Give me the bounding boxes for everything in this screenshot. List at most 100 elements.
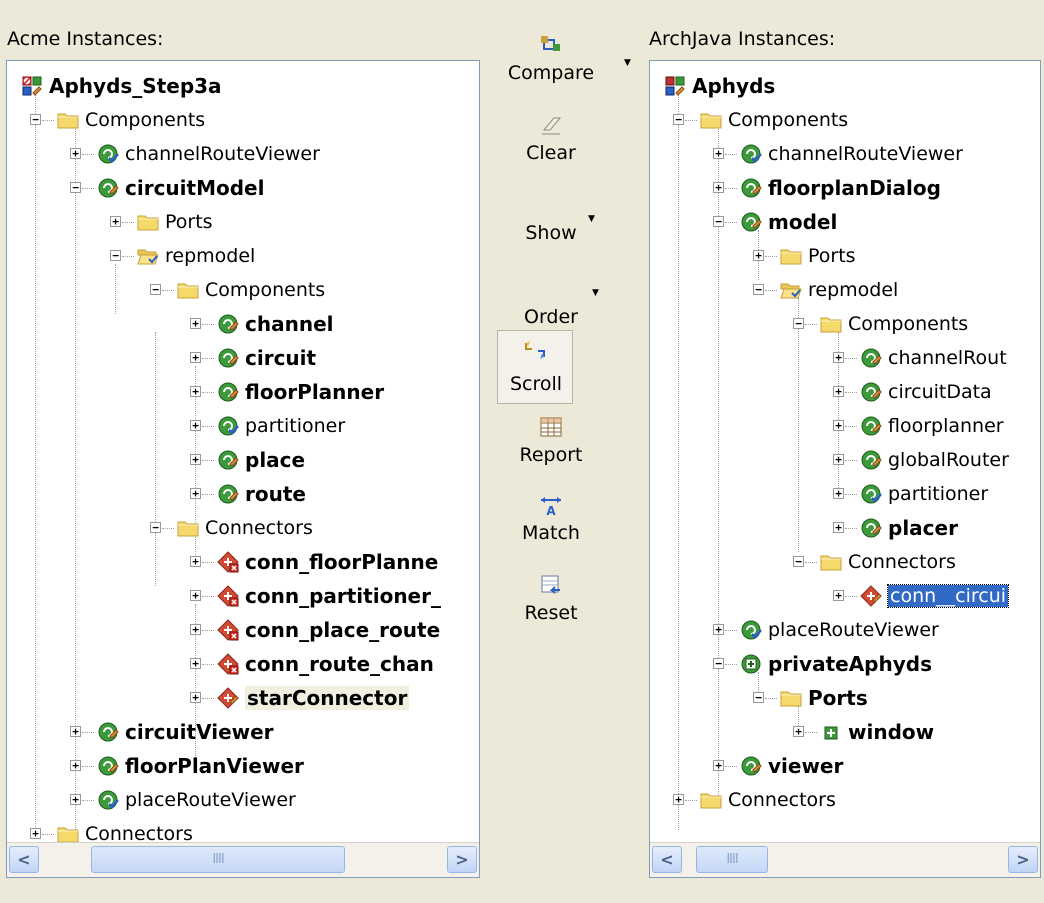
tree-item[interactable]: Components [177, 273, 325, 307]
tree-item[interactable]: globalRouter [860, 443, 1009, 477]
tree-item-selected[interactable]: conn__circui [860, 579, 1010, 613]
clear-button[interactable]: Clear [486, 112, 616, 164]
expand-toggle[interactable]: + [190, 454, 201, 465]
tree-item[interactable]: conn_floorPlanne [217, 545, 438, 579]
order-dropdown-arrow[interactable]: ▼ [592, 288, 599, 298]
tree-item[interactable]: circuitModel [97, 171, 264, 205]
expand-toggle[interactable]: + [70, 794, 81, 805]
tree-item[interactable]: Ports [137, 205, 213, 239]
expand-toggle[interactable]: + [713, 760, 724, 771]
tree-item[interactable]: Ports [780, 681, 868, 715]
collapse-toggle[interactable]: − [70, 182, 81, 193]
tree-item[interactable]: channelRouteViewer [740, 137, 963, 171]
scroll-thumb[interactable]: IIII [696, 846, 768, 873]
tree-item[interactable]: place [217, 443, 305, 477]
scroll-toggle-button[interactable]: Scroll [497, 330, 573, 404]
tree-item[interactable]: placer [860, 511, 958, 545]
tree-item[interactable]: conn_place_route [217, 613, 440, 647]
compare-button[interactable]: Compare [486, 32, 616, 84]
tree-item[interactable]: circuit [217, 341, 316, 375]
expand-toggle[interactable]: + [190, 352, 201, 363]
expand-toggle[interactable]: + [190, 420, 201, 431]
reset-button[interactable]: Reset [486, 572, 616, 624]
scroll-right-button[interactable]: > [447, 846, 477, 873]
tree-item[interactable]: Connectors [177, 511, 313, 545]
horizontal-scrollbar[interactable]: < IIII > [7, 842, 479, 877]
tree-item[interactable]: conn_route_chan [217, 647, 434, 681]
expand-toggle[interactable]: + [833, 522, 844, 533]
collapse-toggle[interactable]: − [150, 284, 161, 295]
tree-item[interactable]: partitioner [860, 477, 988, 511]
tree-item[interactable]: placeRouteViewer [97, 783, 296, 817]
tree-item[interactable]: viewer [740, 749, 843, 783]
expand-toggle[interactable]: + [190, 624, 201, 635]
tree-item[interactable]: channelRout [860, 341, 1007, 375]
tree-item[interactable]: channel [217, 307, 334, 341]
tree-item[interactable]: Components [700, 103, 848, 137]
collapse-toggle[interactable]: − [713, 658, 724, 669]
tree-item[interactable]: circuitViewer [97, 715, 274, 749]
collapse-toggle[interactable]: − [793, 556, 804, 567]
collapse-toggle[interactable]: − [673, 114, 684, 125]
scroll-left-button[interactable]: < [9, 846, 39, 873]
expand-toggle[interactable]: + [190, 658, 201, 669]
expand-toggle[interactable]: + [190, 692, 201, 703]
tree-item[interactable]: privateAphyds [740, 647, 932, 681]
tree-item-highlighted[interactable]: starConnector [217, 681, 410, 715]
tree-item[interactable]: floorPlanner [217, 375, 384, 409]
tree-item[interactable]: channelRouteViewer [97, 137, 320, 171]
match-button[interactable]: A Match [486, 492, 616, 544]
tree-item[interactable]: model [740, 205, 837, 239]
collapse-toggle[interactable]: − [753, 284, 764, 295]
tree-item[interactable]: route [217, 477, 306, 511]
expand-toggle[interactable]: + [833, 420, 844, 431]
tree-item[interactable]: Connectors [700, 783, 836, 817]
collapse-toggle[interactable]: − [793, 318, 804, 329]
expand-toggle[interactable]: + [833, 454, 844, 465]
show-dropdown-arrow[interactable]: ▼ [588, 214, 595, 224]
scroll-thumb[interactable]: IIII [91, 846, 345, 873]
expand-toggle[interactable]: + [713, 624, 724, 635]
expand-toggle[interactable]: + [190, 556, 201, 567]
expand-toggle[interactable]: + [190, 488, 201, 499]
expand-toggle[interactable]: + [713, 148, 724, 159]
expand-toggle[interactable]: + [833, 488, 844, 499]
tree-item[interactable]: Connectors [820, 545, 956, 579]
report-button[interactable]: Report [486, 414, 616, 466]
expand-toggle[interactable]: + [70, 148, 81, 159]
expand-toggle[interactable]: + [70, 726, 81, 737]
tree-root-aphyds-step3a[interactable]: Aphyds_Step3a [21, 69, 222, 103]
scroll-left-button[interactable]: < [652, 846, 682, 873]
expand-toggle[interactable]: + [70, 760, 81, 771]
tree-item[interactable]: conn_partitioner_ [217, 579, 441, 613]
horizontal-scrollbar[interactable]: < IIII > [650, 842, 1040, 877]
expand-toggle[interactable]: + [713, 182, 724, 193]
tree-item[interactable]: floorPlanViewer [97, 749, 304, 783]
tree-item[interactable]: Components [57, 103, 205, 137]
expand-toggle[interactable]: + [190, 590, 201, 601]
expand-toggle[interactable]: + [30, 828, 41, 839]
collapse-toggle[interactable]: − [30, 114, 41, 125]
expand-toggle[interactable]: + [833, 590, 844, 601]
tree-item[interactable]: floorplanner [860, 409, 1004, 443]
expand-toggle[interactable]: + [673, 794, 684, 805]
show-button[interactable]: Show [486, 218, 616, 244]
tree-item[interactable]: placeRouteViewer [740, 613, 939, 647]
tree-item[interactable]: window [820, 715, 934, 749]
tree-item[interactable]: circuitData [860, 375, 992, 409]
tree-item[interactable]: repmodel [137, 239, 255, 273]
tree-item[interactable]: Components [820, 307, 968, 341]
expand-toggle[interactable]: + [190, 318, 201, 329]
collapse-toggle[interactable]: − [753, 692, 764, 703]
tree-item[interactable]: Ports [780, 239, 856, 273]
tree-item[interactable]: partitioner [217, 409, 345, 443]
expand-toggle[interactable]: + [833, 352, 844, 363]
scroll-right-button[interactable]: > [1008, 846, 1038, 873]
tree-item[interactable]: repmodel [780, 273, 898, 307]
expand-toggle[interactable]: + [753, 250, 764, 261]
collapse-toggle[interactable]: − [110, 250, 121, 261]
order-button[interactable]: Order [486, 302, 616, 328]
expand-toggle[interactable]: + [833, 386, 844, 397]
compare-dropdown-arrow[interactable]: ▼ [624, 58, 631, 68]
expand-toggle[interactable]: + [110, 216, 121, 227]
